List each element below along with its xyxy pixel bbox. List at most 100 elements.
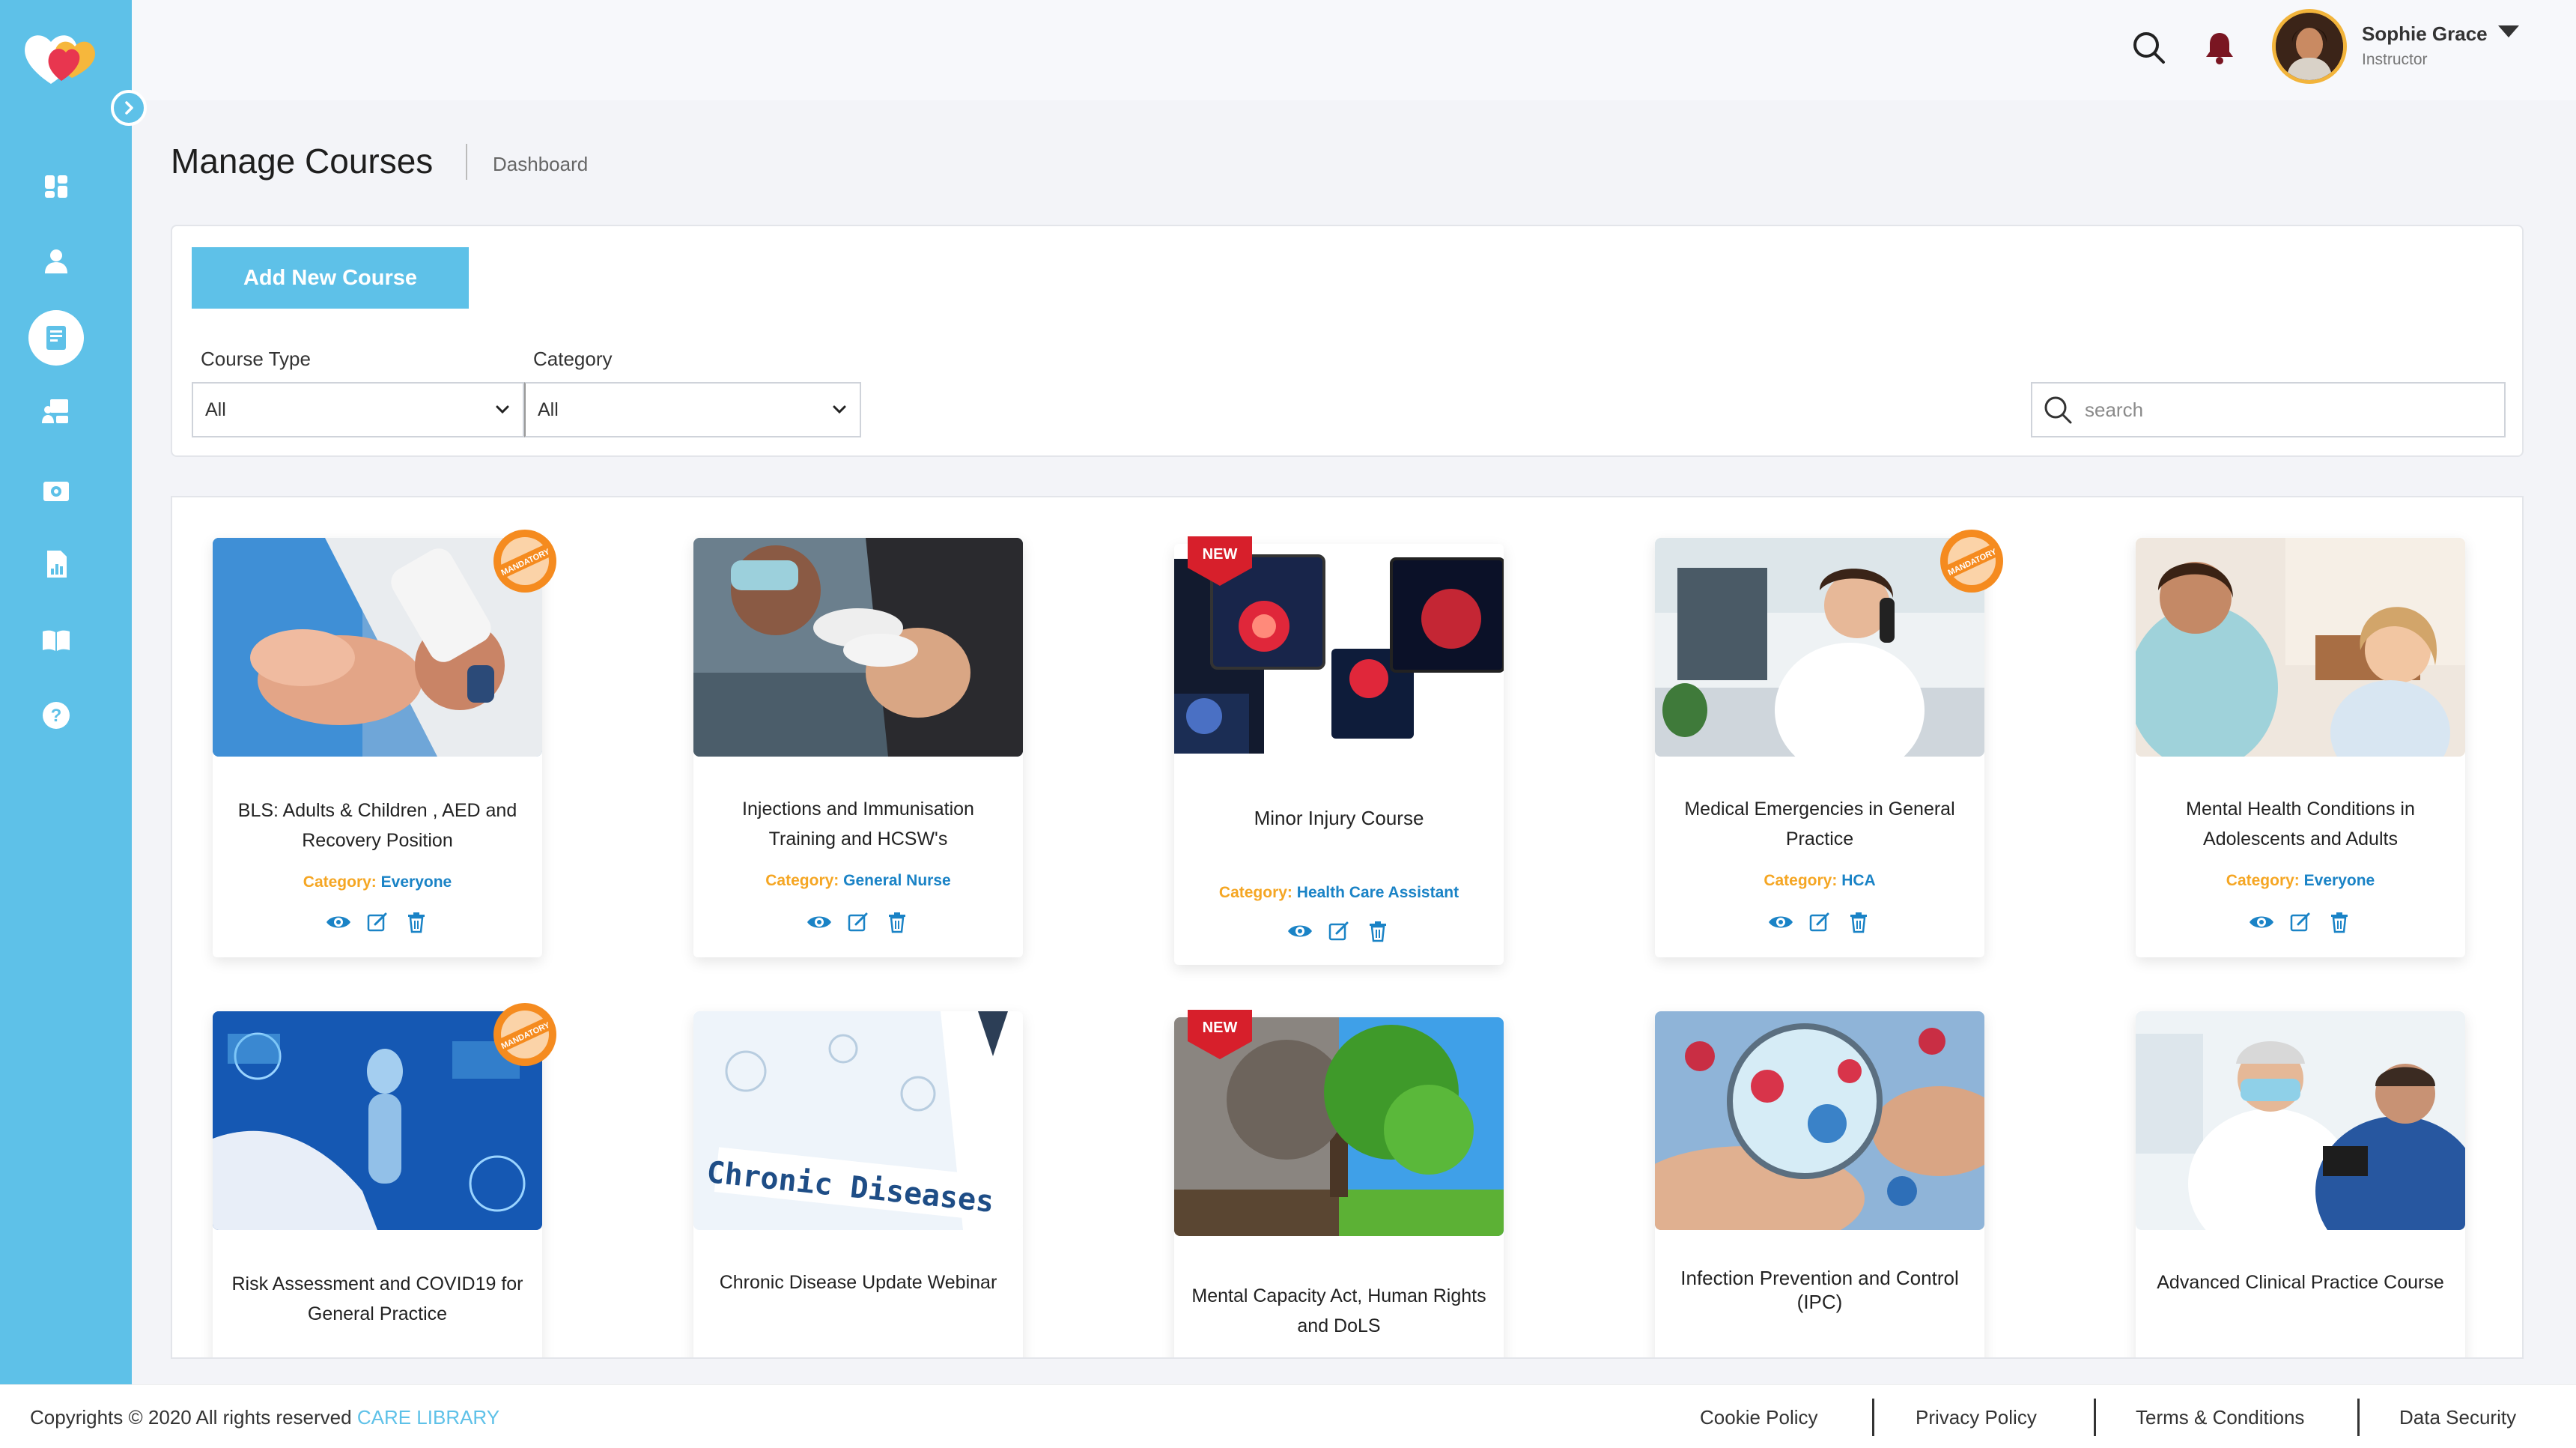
course-title[interactable]: Advanced Clinical Practice Course (2151, 1267, 2450, 1297)
category-select[interactable]: All (524, 382, 861, 437)
category-value: All (538, 399, 559, 420)
delete-icon[interactable] (1364, 917, 1392, 945)
course-card[interactable]: Advanced Clinical Practice Course (2136, 1011, 2465, 1357)
course-type-label: Course Type (201, 348, 311, 370)
page-title: Manage Courses (171, 142, 434, 181)
course-actions (213, 908, 542, 936)
course-title[interactable]: Chronic Disease Update Webinar (708, 1267, 1008, 1297)
view-icon[interactable] (2247, 908, 2276, 936)
footer-divider (1872, 1399, 1874, 1436)
course-image[interactable] (2136, 1011, 2465, 1230)
sidebar-item-users[interactable] (28, 234, 84, 289)
view-icon[interactable] (1286, 917, 1314, 945)
help-icon: ? (43, 702, 70, 729)
mandatory-badge-icon: MANDATORY (493, 530, 556, 593)
edit-icon[interactable] (844, 908, 872, 936)
search-icon (2133, 32, 2165, 64)
course-title[interactable]: Risk Assessment and COVID19 for General … (228, 1269, 527, 1329)
data-security-link[interactable]: Data Security (2399, 1406, 2516, 1429)
cookie-policy-link[interactable]: Cookie Policy (1700, 1406, 1818, 1429)
sidebar-item-dashboard[interactable] (28, 159, 84, 214)
user-name[interactable]: Sophie Grace (2362, 22, 2488, 46)
new-badge-icon: NEW (1188, 1010, 1252, 1059)
brand-link[interactable]: CARE LIBRARY (357, 1406, 499, 1429)
search-input[interactable] (2085, 398, 2489, 422)
course-card[interactable]: Injections and Immunisation Training and… (693, 538, 1023, 957)
course-image[interactable]: Chronic Diseases (693, 1011, 1023, 1230)
edit-icon[interactable] (1325, 917, 1353, 945)
category-label: Category (533, 348, 613, 370)
course-image[interactable] (1655, 538, 1984, 757)
new-badge-icon: NEW (1188, 536, 1252, 586)
sidebar-item-courses[interactable] (28, 310, 84, 366)
course-image[interactable] (2136, 538, 2465, 757)
report-icon (47, 551, 67, 578)
course-category: Category: General Nurse (765, 872, 951, 889)
library-icon (43, 630, 70, 651)
course-image[interactable] (693, 538, 1023, 757)
sidebar-item-library[interactable] (28, 613, 84, 668)
chevron-right-icon (125, 101, 133, 115)
course-card[interactable]: Medical Emergencies in General Practice … (1655, 530, 2003, 957)
sidebar-item-help[interactable]: ? (28, 688, 84, 743)
edit-icon[interactable] (363, 908, 392, 936)
view-icon[interactable] (805, 908, 833, 936)
svg-text:NEW: NEW (1203, 546, 1238, 563)
course-title[interactable]: Mental Capacity Act, Human Rights and Do… (1189, 1281, 1489, 1341)
course-type-select[interactable]: All (192, 382, 524, 437)
course-title[interactable]: Medical Emergencies in General Practice (1670, 794, 1969, 854)
title-divider (466, 144, 467, 180)
footer-divider (2357, 1399, 2360, 1436)
view-icon[interactable] (1767, 908, 1795, 936)
chevron-down-icon (833, 405, 846, 414)
sidebar-item-videos[interactable] (28, 463, 84, 518)
course-title[interactable]: Infection Prevention and Control (IPC) (1670, 1266, 1969, 1314)
delete-icon[interactable] (402, 908, 431, 936)
course-actions (1655, 908, 1984, 936)
user-role: Instructor (2362, 51, 2428, 68)
add-new-course-button[interactable]: Add New Course (192, 247, 469, 309)
course-category: Category: Everyone (2226, 872, 2375, 889)
course-book-icon (46, 326, 66, 350)
course-type-value: All (205, 399, 226, 420)
course-card[interactable]: Minor Injury Course Category: Health Car… (1174, 536, 1504, 965)
svg-text:NEW: NEW (1203, 1020, 1238, 1036)
view-icon[interactable] (324, 908, 353, 936)
user-avatar[interactable] (2272, 9, 2347, 84)
course-card[interactable]: Mental Capacity Act, Human Rights and Do… (1174, 1010, 1504, 1357)
video-icon (43, 482, 69, 501)
notifications-button[interactable] (2199, 27, 2241, 69)
course-card[interactable]: Chronic Diseases Chronic Disease Update … (693, 1011, 1023, 1357)
caret-down-icon[interactable] (2498, 25, 2519, 37)
delete-icon[interactable] (2325, 908, 2354, 936)
sidebar-item-reports[interactable] (28, 536, 84, 592)
course-category: Category: HCA (1764, 872, 1876, 889)
course-title[interactable]: BLS: Adults & Children , AED and Recover… (228, 796, 527, 855)
course-card[interactable]: Risk Assessment and COVID19 for General … (213, 1003, 556, 1357)
app-logo[interactable] (21, 25, 103, 93)
search-field[interactable] (2031, 382, 2506, 437)
delete-icon[interactable] (883, 908, 911, 936)
delete-icon[interactable] (1844, 908, 1873, 936)
edit-icon[interactable] (2286, 908, 2315, 936)
mandatory-badge-icon: MANDATORY (1940, 530, 2003, 593)
course-title[interactable]: Minor Injury Course (1189, 806, 1489, 830)
breadcrumb-dashboard[interactable]: Dashboard (493, 153, 588, 176)
course-card[interactable]: Infection Prevention and Control (IPC) (1655, 1011, 1984, 1357)
mandatory-badge-icon: MANDATORY (493, 1003, 556, 1066)
filter-panel: Add New Course Course Type All Category … (171, 225, 2524, 457)
course-title[interactable]: Injections and Immunisation Training and… (708, 794, 1008, 854)
privacy-policy-link[interactable]: Privacy Policy (1916, 1406, 2037, 1429)
course-image[interactable] (1655, 1011, 1984, 1230)
course-category: Category: Everyone (303, 873, 452, 891)
course-card[interactable]: BLS: Adults & Children , AED and Recover… (213, 530, 556, 957)
sidebar-item-classroom[interactable] (28, 384, 84, 439)
edit-icon[interactable] (1805, 908, 1834, 936)
course-card[interactable]: Mental Health Conditions in Adolescents … (2136, 538, 2465, 957)
sidebar-toggle-button[interactable] (111, 90, 147, 126)
chevron-down-icon (496, 405, 509, 414)
terms-conditions-link[interactable]: Terms & Conditions (2136, 1406, 2304, 1429)
user-icon (45, 249, 67, 273)
header-search-button[interactable] (2128, 27, 2170, 69)
course-title[interactable]: Mental Health Conditions in Adolescents … (2151, 794, 2450, 854)
